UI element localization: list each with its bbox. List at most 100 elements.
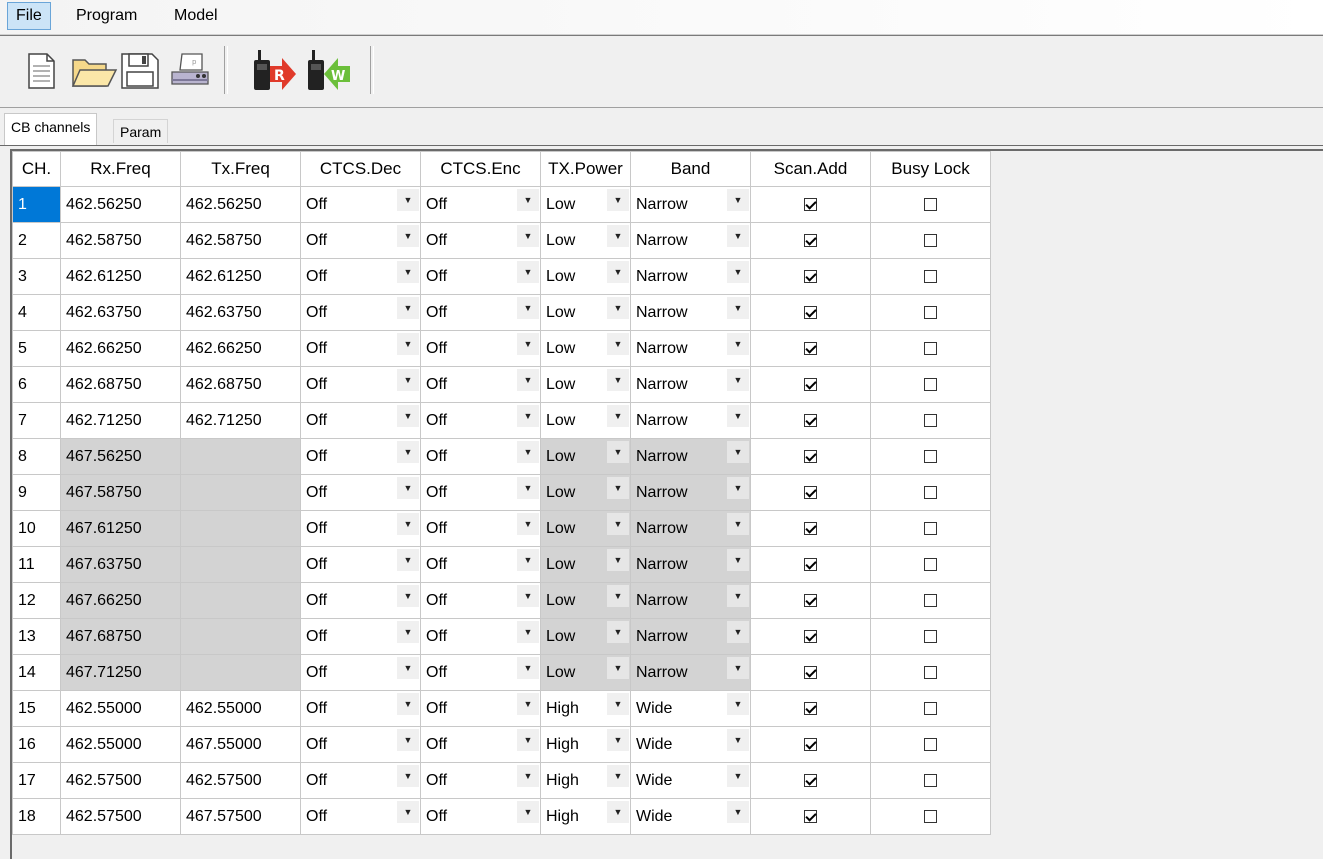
ctcs-dec-cell[interactable]: Off ▼ [300, 582, 421, 619]
band-cell[interactable]: Narrow ▼ [630, 366, 751, 403]
band-cell[interactable]: Narrow ▼ [630, 222, 751, 259]
col-header-ctcs-dec[interactable]: CTCS.Dec [300, 151, 421, 187]
scan-add-cell[interactable] [750, 402, 871, 439]
busy-lock-cell[interactable] [870, 402, 991, 439]
channel-number-cell[interactable]: 4 [12, 294, 61, 331]
band-cell[interactable]: Wide ▼ [630, 690, 751, 727]
dropdown-arrow-icon[interactable]: ▼ [727, 549, 749, 571]
ctcs-enc-cell[interactable]: Off ▼ [420, 258, 541, 295]
scan-add-cell[interactable] [750, 474, 871, 511]
tx-power-cell[interactable]: Low ▼ [540, 510, 631, 547]
dropdown-arrow-icon[interactable]: ▼ [517, 621, 539, 643]
tx-power-cell[interactable]: Low ▼ [540, 546, 631, 583]
tx-freq-cell[interactable]: 462.58750 [180, 222, 301, 259]
scan-add-cell[interactable] [750, 510, 871, 547]
dropdown-arrow-icon[interactable]: ▼ [607, 549, 629, 571]
dropdown-arrow-icon[interactable]: ▼ [727, 261, 749, 283]
ctcs-enc-cell[interactable]: Off ▼ [420, 330, 541, 367]
dropdown-arrow-icon[interactable]: ▼ [517, 549, 539, 571]
col-header-ctcs-enc[interactable]: CTCS.Enc [420, 151, 541, 187]
scan-add-cell[interactable] [750, 690, 871, 727]
dropdown-arrow-icon[interactable]: ▼ [517, 369, 539, 391]
channel-number-cell[interactable]: 16 [12, 726, 61, 763]
rx-freq-cell[interactable]: 462.71250 [60, 402, 181, 439]
dropdown-arrow-icon[interactable]: ▼ [517, 261, 539, 283]
tx-freq-cell[interactable] [180, 654, 301, 691]
busy-lock-cell[interactable] [870, 654, 991, 691]
dropdown-arrow-icon[interactable]: ▼ [607, 801, 629, 823]
busy-lock-checkbox[interactable] [924, 701, 937, 715]
dropdown-arrow-icon[interactable]: ▼ [517, 765, 539, 787]
dropdown-arrow-icon[interactable]: ▼ [727, 297, 749, 319]
ctcs-enc-cell[interactable]: Off ▼ [420, 690, 541, 727]
ctcs-enc-cell[interactable]: Off ▼ [420, 222, 541, 259]
dropdown-arrow-icon[interactable]: ▼ [607, 693, 629, 715]
dropdown-arrow-icon[interactable]: ▼ [397, 405, 419, 427]
scan-add-cell[interactable] [750, 330, 871, 367]
busy-lock-cell[interactable] [870, 726, 991, 763]
tx-power-cell[interactable]: Low ▼ [540, 618, 631, 655]
dropdown-arrow-icon[interactable]: ▼ [397, 585, 419, 607]
busy-lock-cell[interactable] [870, 222, 991, 259]
dropdown-arrow-icon[interactable]: ▼ [727, 405, 749, 427]
dropdown-arrow-icon[interactable]: ▼ [397, 333, 419, 355]
ctcs-enc-cell[interactable]: Off ▼ [420, 654, 541, 691]
channel-number-cell[interactable]: 6 [12, 366, 61, 403]
ctcs-dec-cell[interactable]: Off ▼ [300, 294, 421, 331]
scan-add-cell[interactable] [750, 258, 871, 295]
ctcs-dec-cell[interactable]: Off ▼ [300, 222, 421, 259]
band-cell[interactable]: Wide ▼ [630, 726, 751, 763]
dropdown-arrow-icon[interactable]: ▼ [727, 189, 749, 211]
dropdown-arrow-icon[interactable]: ▼ [397, 513, 419, 535]
busy-lock-checkbox[interactable] [924, 341, 937, 355]
col-header-busy-lock[interactable]: Busy Lock [870, 151, 991, 187]
tx-freq-cell[interactable]: 462.57500 [180, 762, 301, 799]
dropdown-arrow-icon[interactable]: ▼ [397, 261, 419, 283]
band-cell[interactable]: Narrow ▼ [630, 258, 751, 295]
scan-add-checkbox[interactable] [804, 341, 817, 355]
dropdown-arrow-icon[interactable]: ▼ [727, 441, 749, 463]
write-to-radio-button[interactable]: W [304, 46, 352, 94]
dropdown-arrow-icon[interactable]: ▼ [517, 477, 539, 499]
tab-cb-channels[interactable]: CB channels [4, 113, 98, 145]
tx-power-cell[interactable]: Low ▼ [540, 294, 631, 331]
dropdown-arrow-icon[interactable]: ▼ [727, 513, 749, 535]
busy-lock-checkbox[interactable] [924, 413, 937, 427]
dropdown-arrow-icon[interactable]: ▼ [607, 189, 629, 211]
busy-lock-cell[interactable] [870, 438, 991, 475]
rx-freq-cell[interactable]: 467.71250 [60, 654, 181, 691]
col-header-ch[interactable]: CH. [12, 151, 61, 187]
dropdown-arrow-icon[interactable]: ▼ [727, 693, 749, 715]
rx-freq-cell[interactable]: 467.56250 [60, 438, 181, 475]
channel-number-cell[interactable]: 1 [12, 186, 61, 223]
scan-add-cell[interactable] [750, 798, 871, 835]
ctcs-dec-cell[interactable]: Off ▼ [300, 366, 421, 403]
dropdown-arrow-icon[interactable]: ▼ [397, 441, 419, 463]
ctcs-enc-cell[interactable]: Off ▼ [420, 582, 541, 619]
busy-lock-checkbox[interactable] [924, 305, 937, 319]
rx-freq-cell[interactable]: 462.57500 [60, 762, 181, 799]
busy-lock-checkbox[interactable] [924, 629, 937, 643]
ctcs-enc-cell[interactable]: Off ▼ [420, 294, 541, 331]
dropdown-arrow-icon[interactable]: ▼ [397, 765, 419, 787]
scan-add-checkbox[interactable] [804, 701, 817, 715]
scan-add-checkbox[interactable] [804, 593, 817, 607]
busy-lock-cell[interactable] [870, 690, 991, 727]
tab-param[interactable]: Param [113, 119, 169, 143]
dropdown-arrow-icon[interactable]: ▼ [517, 657, 539, 679]
tx-power-cell[interactable]: Low ▼ [540, 438, 631, 475]
band-cell[interactable]: Narrow ▼ [630, 330, 751, 367]
scan-add-checkbox[interactable] [804, 809, 817, 823]
save-button[interactable] [118, 46, 160, 94]
dropdown-arrow-icon[interactable]: ▼ [607, 261, 629, 283]
channel-number-cell[interactable]: 13 [12, 618, 61, 655]
ctcs-dec-cell[interactable]: Off ▼ [300, 618, 421, 655]
scan-add-checkbox[interactable] [804, 557, 817, 571]
band-cell[interactable]: Narrow ▼ [630, 582, 751, 619]
tx-freq-cell[interactable]: 467.57500 [180, 798, 301, 835]
rx-freq-cell[interactable]: 462.55000 [60, 690, 181, 727]
band-cell[interactable]: Narrow ▼ [630, 510, 751, 547]
rx-freq-cell[interactable]: 462.61250 [60, 258, 181, 295]
ctcs-dec-cell[interactable]: Off ▼ [300, 546, 421, 583]
dropdown-arrow-icon[interactable]: ▼ [517, 693, 539, 715]
